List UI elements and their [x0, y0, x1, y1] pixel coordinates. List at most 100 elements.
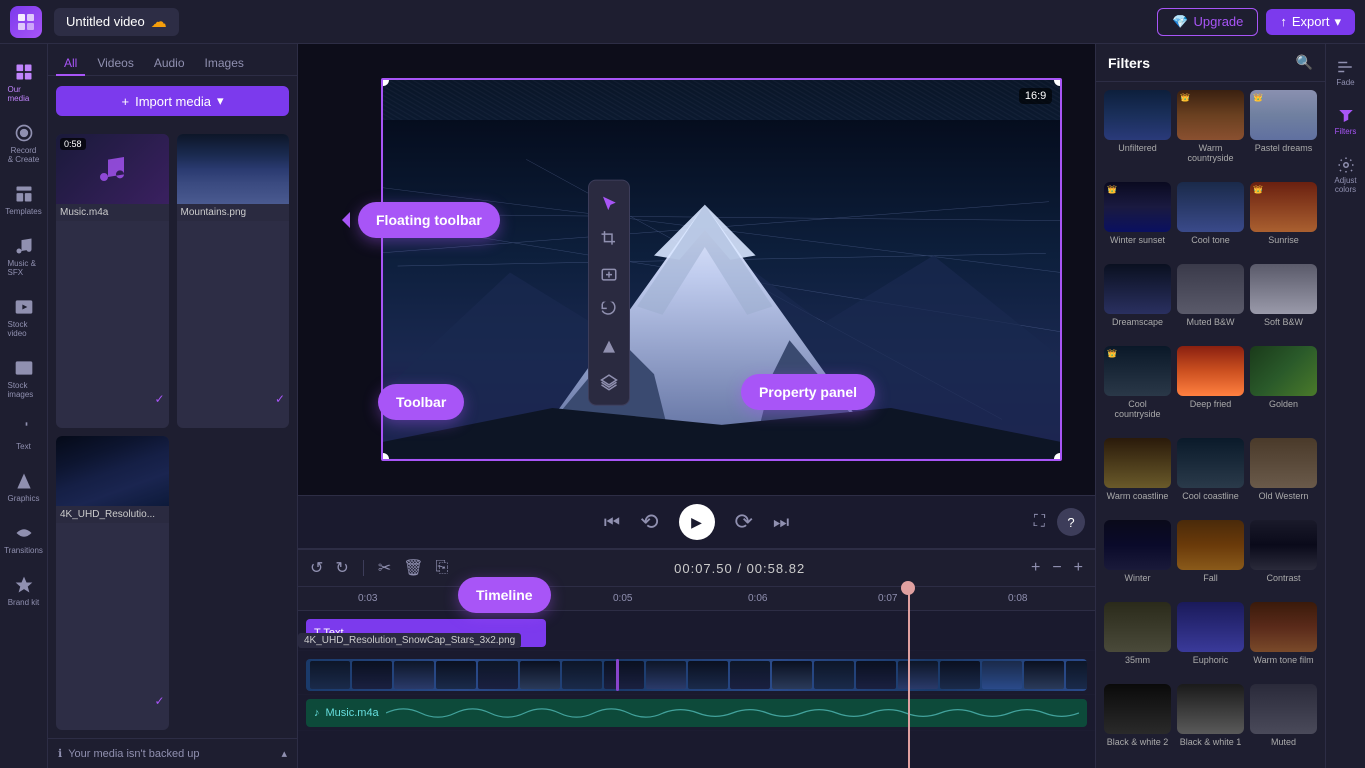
- filter-cool-countryside[interactable]: 👑 Cool countryside: [1104, 346, 1171, 432]
- filter-black-white-2[interactable]: Black & white 2: [1104, 684, 1171, 760]
- tab-all[interactable]: All: [56, 52, 85, 76]
- playback-controls: ⏮ ⟲ ▶ ⟳ ⏭ ⛶ ?: [298, 495, 1095, 548]
- audio-clip[interactable]: ♪ Music.m4a: [306, 699, 1087, 727]
- zoom-out-button[interactable]: −: [1050, 557, 1063, 579]
- app-logo: [10, 6, 42, 38]
- plus-icon: +: [122, 94, 130, 109]
- playhead[interactable]: [908, 587, 910, 768]
- timeline-toolbar: ↺ ↻ ✂ 🗑 ⎘ 00:07.50 / 00:58.82 + − +: [298, 550, 1095, 587]
- filter-muted[interactable]: Muted: [1250, 684, 1317, 760]
- sidebar-item-adjust[interactable]: Adjust colors: [1326, 150, 1365, 200]
- upgrade-button[interactable]: 💎 Upgrade: [1157, 8, 1258, 36]
- sidebar-item-templates[interactable]: Templates: [4, 176, 44, 224]
- filter-muted-bw[interactable]: Muted B&W: [1177, 264, 1244, 340]
- filter-soft-bw[interactable]: Soft B&W: [1250, 264, 1317, 340]
- sidebar-item-text[interactable]: Text: [4, 411, 44, 459]
- mountain-graphic: [383, 120, 1061, 459]
- undo-tool[interactable]: [593, 294, 625, 326]
- filter-sunrise[interactable]: 👑 Sunrise: [1250, 182, 1317, 258]
- crown-icon: 👑: [1107, 349, 1117, 358]
- media-item-music[interactable]: 0:58 ✓ Music.m4a: [56, 134, 169, 428]
- layers-tool[interactable]: [593, 366, 625, 398]
- crop-tool[interactable]: [593, 222, 625, 254]
- undo-button[interactable]: ↺: [308, 556, 325, 580]
- corner-handle-br[interactable]: [1054, 453, 1062, 461]
- media-item-mountains[interactable]: ✓ Mountains.png: [177, 134, 290, 428]
- chevron-up-icon: ▴: [281, 747, 287, 760]
- filter-dreamscape[interactable]: Dreamscape: [1104, 264, 1171, 340]
- corner-handle-bl[interactable]: [381, 453, 389, 461]
- media-grid: 0:58 ✓ Music.m4a ✓ Mountains.png ✓ 4K_UH…: [48, 126, 297, 738]
- sidebar-item-graphics[interactable]: Graphics: [4, 463, 44, 511]
- center-area: Floating toolbar: [298, 44, 1095, 768]
- sidebar-item-record[interactable]: Record & Create: [4, 115, 44, 172]
- filter-golden[interactable]: Golden: [1250, 346, 1317, 432]
- right-sidebar: Fade Filters Adjust colors: [1325, 44, 1365, 768]
- timeline-ruler: 0:03 0:04 0:05 0:06 0:07 0:08: [298, 587, 1095, 611]
- filter-warm-tone-film[interactable]: Warm tone film: [1250, 602, 1317, 678]
- rewind-button[interactable]: ⏮: [604, 512, 620, 533]
- help-button[interactable]: ?: [1057, 508, 1085, 536]
- duplicate-button[interactable]: ⎘: [434, 557, 451, 579]
- redo-button[interactable]: ↻: [333, 556, 350, 580]
- back-frame-button[interactable]: ⟲: [640, 509, 658, 535]
- forward-frame-button[interactable]: ⟳: [735, 509, 753, 535]
- filter-contrast[interactable]: Contrast: [1250, 520, 1317, 596]
- sidebar-item-music[interactable]: Music & SFX: [4, 228, 44, 285]
- playhead-handle[interactable]: [901, 581, 915, 595]
- sidebar-item-stock-images[interactable]: Stock images: [4, 350, 44, 407]
- floating-toolbar-annotation: Floating toolbar: [358, 202, 500, 238]
- cursor-tool[interactable]: [593, 186, 625, 218]
- filter-old-western[interactable]: Old Western: [1250, 438, 1317, 514]
- tab-images[interactable]: Images: [197, 52, 252, 76]
- preview-area: Floating toolbar: [298, 44, 1095, 495]
- filters-panel: Filters 🔍 Unfiltered 👑 Warm countryside …: [1095, 44, 1325, 768]
- filter-winter-sunset[interactable]: 👑 Winter sunset: [1104, 182, 1171, 258]
- save-status-icon: ☁: [151, 12, 167, 32]
- sidebar-item-fade[interactable]: Fade: [1334, 52, 1356, 93]
- text-overlay-tool[interactable]: [593, 258, 625, 290]
- image-clip[interactable]: [306, 659, 1087, 691]
- cut-button[interactable]: ✂: [376, 556, 393, 580]
- filters-grid: Unfiltered 👑 Warm countryside 👑 Pastel d…: [1096, 82, 1325, 768]
- search-icon[interactable]: 🔍: [1296, 54, 1313, 71]
- next-button[interactable]: ⏭: [773, 512, 789, 533]
- sidebar-item-media[interactable]: Our media: [4, 54, 44, 111]
- filter-winter[interactable]: Winter: [1104, 520, 1171, 596]
- filter-warm-coastline[interactable]: Warm coastline: [1104, 438, 1171, 514]
- media-item-4k[interactable]: ✓ 4K_UHD_Resolutio...: [56, 436, 169, 730]
- diamond-icon: 💎: [1172, 14, 1188, 30]
- image-track-label: 4K_UHD_Resolution_SnowCap_Stars_3x2.png: [298, 633, 521, 648]
- filter-35mm[interactable]: 35mm: [1104, 602, 1171, 678]
- media-tabs: All Videos Audio Images: [48, 44, 297, 76]
- timeline-tracks: T Text 4K_UHD_Resolution_SnowCap_Stars_3…: [298, 611, 1095, 768]
- corner-handle-tr[interactable]: [1054, 78, 1062, 86]
- fullscreen-button[interactable]: ⛶: [1034, 513, 1045, 531]
- divider: [363, 560, 364, 576]
- tab-audio[interactable]: Audio: [146, 52, 193, 76]
- filter-black-white-1[interactable]: Black & white 1: [1177, 684, 1244, 760]
- filter-unfiltered[interactable]: Unfiltered: [1104, 90, 1171, 176]
- zoom-in-button[interactable]: +: [1072, 557, 1085, 579]
- filter-cool-coastline[interactable]: Cool coastline: [1177, 438, 1244, 514]
- video-preview: [383, 80, 1061, 459]
- sidebar-item-stock-video[interactable]: Stock video: [4, 289, 44, 346]
- filter-warm-countryside[interactable]: 👑 Warm countryside: [1177, 90, 1244, 176]
- project-tab[interactable]: Untitled video ☁: [54, 8, 179, 36]
- filter-cool-tone[interactable]: Cool tone: [1177, 182, 1244, 258]
- filter-deep-fried[interactable]: Deep fried: [1177, 346, 1244, 432]
- filter-fall[interactable]: Fall: [1177, 520, 1244, 596]
- tab-videos[interactable]: Videos: [89, 52, 141, 76]
- filter-pastel-dreams[interactable]: 👑 Pastel dreams: [1250, 90, 1317, 176]
- main-layout: Our media Record & Create Templates Musi…: [0, 44, 1365, 768]
- export-button[interactable]: ↑ Export ▾: [1266, 9, 1355, 35]
- delete-button[interactable]: 🗑: [401, 556, 425, 580]
- triangle-tool[interactable]: [593, 330, 625, 362]
- sidebar-item-brand[interactable]: Brand kit: [4, 567, 44, 615]
- sidebar-item-transitions[interactable]: Transitions: [4, 515, 44, 563]
- import-media-button[interactable]: + Import media ▾: [56, 86, 289, 116]
- play-button[interactable]: ▶: [679, 504, 715, 540]
- add-track-button[interactable]: +: [1029, 557, 1042, 579]
- filter-euphoric[interactable]: Euphoric: [1177, 602, 1244, 678]
- sidebar-item-filters[interactable]: Filters: [1333, 101, 1359, 142]
